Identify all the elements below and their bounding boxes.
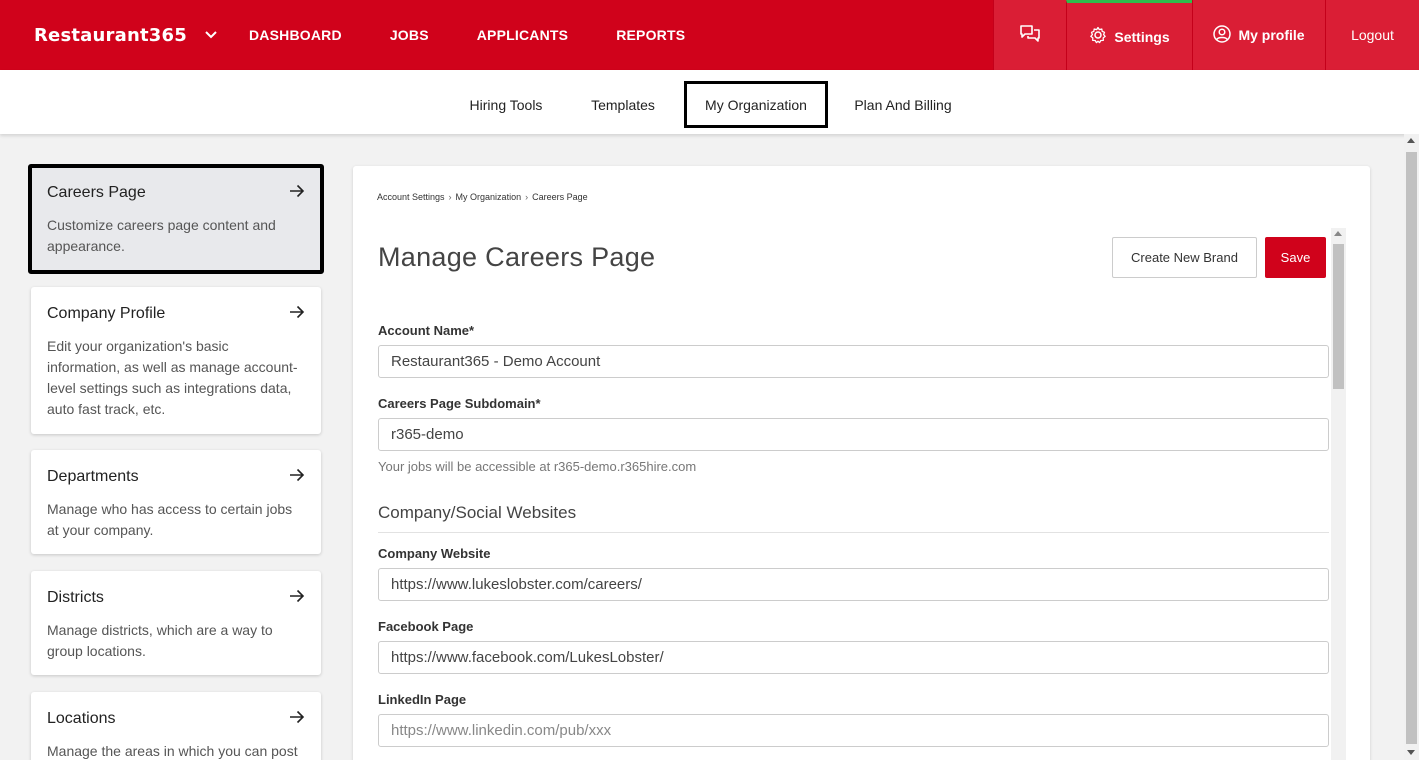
user-circle-icon <box>1213 24 1232 46</box>
chat-button[interactable] <box>993 0 1066 70</box>
account-name-label: Account Name* <box>378 323 475 338</box>
facebook-page-input[interactable]: https://www.facebook.com/LukesLobster/ <box>378 641 1329 674</box>
company-website-input[interactable]: https://www.lukeslobster.com/careers/ <box>378 568 1329 601</box>
facebook-page-label: Facebook Page <box>378 619 474 634</box>
chevron-right-icon: › <box>525 192 529 202</box>
create-new-brand-button[interactable]: Create New Brand <box>1112 237 1257 278</box>
main-nav: DASHBOARD JOBS APPLICANTS REPORTS <box>249 0 733 70</box>
scrollbar-thumb[interactable] <box>1333 244 1344 389</box>
sidebar-card-careers-page[interactable]: Careers Page Customize careers page cont… <box>28 164 324 274</box>
linkedin-page-input[interactable]: https://www.linkedin.com/pub/xxx <box>378 714 1329 747</box>
tab-plan-and-billing[interactable]: Plan And Billing <box>845 81 961 128</box>
brand-logo: Restaurant365 <box>34 24 187 46</box>
my-profile-label: My profile <box>1238 27 1305 43</box>
arrow-right-icon <box>289 587 305 608</box>
subdomain-input[interactable]: r365-demo <box>378 418 1329 451</box>
page-scrollbar[interactable] <box>1404 134 1419 760</box>
scrollbar-thumb[interactable] <box>1406 152 1417 744</box>
chat-icon <box>1019 24 1041 47</box>
card-title: Careers Page <box>47 183 146 201</box>
section-divider <box>378 532 1329 533</box>
tab-my-organization[interactable]: My Organization <box>684 81 828 128</box>
sidebar-card-districts[interactable]: Districts Manage districts, which are a … <box>31 571 321 675</box>
scroll-up-icon[interactable] <box>1407 138 1415 143</box>
top-navbar: Restaurant365 DASHBOARD JOBS APPLICANTS … <box>0 0 1419 70</box>
settings-button[interactable]: Settings <box>1066 0 1192 70</box>
brand-switcher[interactable]: Restaurant365 <box>0 0 249 70</box>
tab-templates[interactable]: Templates <box>582 81 664 128</box>
breadcrumb-careers-page: Careers Page <box>532 192 588 202</box>
card-title: Locations <box>47 709 116 727</box>
arrow-right-icon <box>289 708 305 729</box>
scroll-down-icon[interactable] <box>1407 750 1415 755</box>
card-description: Manage the areas in which you can post <box>47 743 298 759</box>
nav-jobs[interactable]: JOBS <box>390 27 429 43</box>
sidebar-card-departments[interactable]: Departments Manage who has access to cer… <box>31 450 321 554</box>
company-website-label: Company Website <box>378 546 491 561</box>
gear-icon <box>1089 26 1107 47</box>
card-title: Districts <box>47 588 104 606</box>
settings-label: Settings <box>1114 28 1170 45</box>
save-button[interactable]: Save <box>1265 237 1326 278</box>
nav-reports[interactable]: REPORTS <box>616 27 685 43</box>
chevron-right-icon: › <box>448 192 452 202</box>
card-description: Edit your organization's basic informati… <box>47 338 298 417</box>
careers-page-panel: Account Settings › My Organization › Car… <box>353 166 1370 760</box>
subdomain-label: Careers Page Subdomain* <box>378 396 541 411</box>
account-name-input[interactable]: Restaurant365 - Demo Account <box>378 345 1329 378</box>
breadcrumb-account-settings[interactable]: Account Settings <box>377 192 445 202</box>
page-title: Manage Careers Page <box>378 242 656 272</box>
social-websites-heading: Company/Social Websites <box>378 503 577 522</box>
card-title: Departments <box>47 467 139 485</box>
sidebar-card-company-profile[interactable]: Company Profile Edit your organization's… <box>31 287 321 434</box>
card-description: Manage who has access to certain jobs at… <box>47 501 293 538</box>
nav-dashboard[interactable]: DASHBOARD <box>249 27 342 43</box>
arrow-right-icon <box>289 303 305 324</box>
chevron-down-icon[interactable] <box>205 28 217 42</box>
linkedin-page-label: LinkedIn Page <box>378 692 467 707</box>
logout-button[interactable]: Logout <box>1325 0 1419 70</box>
card-description: Customize careers page content and appea… <box>47 217 276 254</box>
breadcrumb-my-organization[interactable]: My Organization <box>456 192 522 202</box>
settings-subnav: Hiring Tools Templates My Organization P… <box>0 70 1419 134</box>
arrow-right-icon <box>289 182 305 203</box>
tab-hiring-tools[interactable]: Hiring Tools <box>458 81 554 128</box>
arrow-right-icon <box>289 466 305 487</box>
top-right-actions: Settings My profile Logout <box>993 0 1419 70</box>
breadcrumb: Account Settings › My Organization › Car… <box>377 192 588 202</box>
nav-applicants[interactable]: APPLICANTS <box>477 27 568 43</box>
card-title: Company Profile <box>47 304 166 322</box>
sidebar-card-locations[interactable]: Locations Manage the areas in which you … <box>31 692 321 760</box>
my-profile-button[interactable]: My profile <box>1192 0 1325 70</box>
panel-scrollbar[interactable] <box>1331 228 1346 760</box>
subdomain-hint: Your jobs will be accessible at r365-dem… <box>378 459 697 474</box>
card-description: Manage districts, which are a way to gro… <box>47 622 273 659</box>
scroll-up-icon[interactable] <box>1334 231 1342 236</box>
